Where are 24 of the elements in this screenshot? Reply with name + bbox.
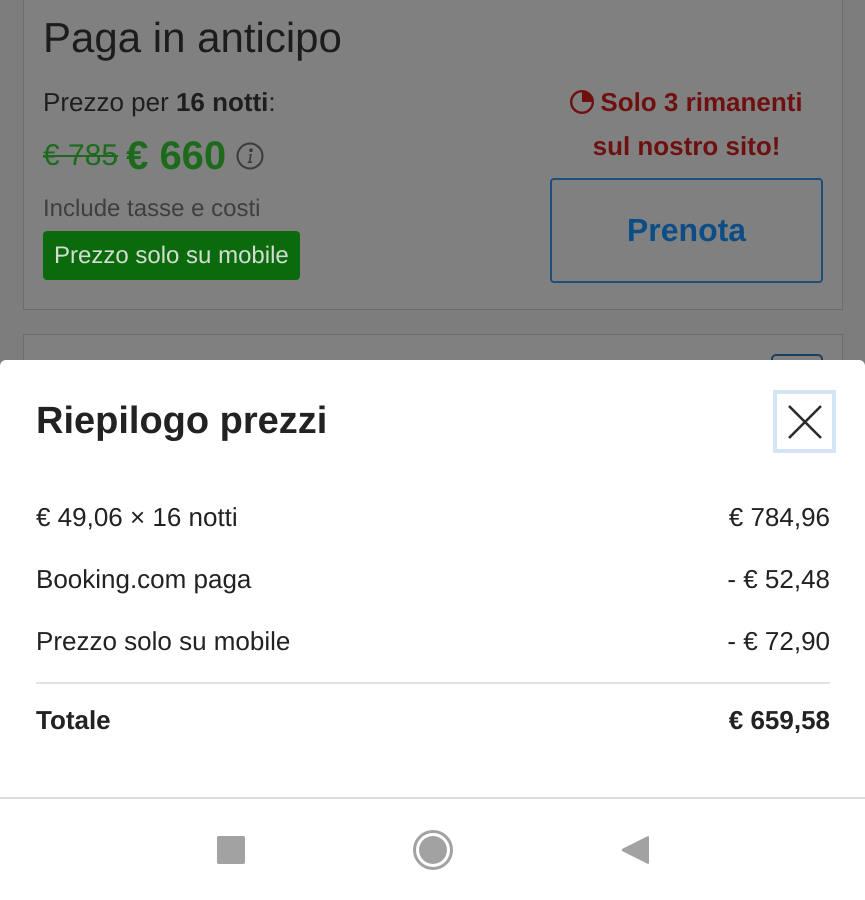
rate-title: Paga in anticipo (43, 14, 343, 62)
close-button[interactable] (773, 390, 836, 453)
total-label: Totale (36, 705, 111, 736)
book-button[interactable]: Prenota (550, 178, 823, 283)
sheet-title: Riepilogo prezzi (36, 400, 328, 443)
price-line-label: € 49,06 × 16 notti (36, 502, 238, 532)
availability-note: Solo 3 rimanenti sul nostro sito! (592, 87, 803, 161)
price-line-amount: - € 72,90 (727, 626, 830, 656)
back-icon[interactable] (620, 834, 648, 864)
total-amount: € 659,58 (728, 705, 830, 736)
price-line-amount: - € 52,48 (727, 564, 830, 594)
price-line-label: Booking.com paga (36, 564, 252, 594)
price-line-label: Prezzo solo su mobile (36, 626, 290, 656)
discounted-price: € 660 (126, 133, 226, 180)
home-icon[interactable] (412, 830, 452, 870)
close-icon (788, 404, 822, 438)
taxes-note: Include tasse e costi (43, 194, 260, 224)
square-icon[interactable] (216, 836, 244, 864)
info-icon[interactable] (236, 142, 264, 170)
price-line-amount: € 784,96 (728, 502, 830, 532)
mobile-price-badge: Prezzo solo su mobile (43, 231, 300, 280)
price-label: Prezzo per 16 notti: (43, 86, 276, 119)
original-price: € 785 (43, 138, 118, 174)
pie-icon (570, 90, 594, 114)
